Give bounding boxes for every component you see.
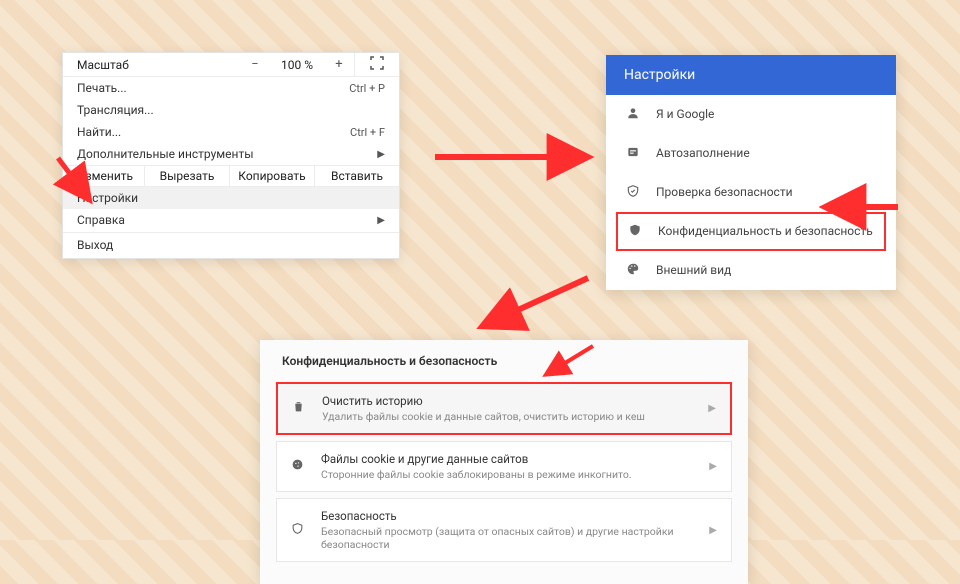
- sidebar-item-appearance[interactable]: Внешний вид: [606, 251, 896, 290]
- chevron-right-icon: ▶: [377, 215, 385, 226]
- zoom-label: Масштаб: [77, 58, 240, 72]
- fullscreen-button[interactable]: [355, 56, 399, 73]
- settings-sidebar: Настройки Я и Google Автозаполнение Пров…: [606, 55, 896, 290]
- sidebar-item-you-and-google[interactable]: Я и Google: [606, 95, 896, 134]
- shortcut: Ctrl + P: [349, 82, 385, 95]
- person-icon: [624, 106, 642, 123]
- menu-item-settings[interactable]: Настройки: [63, 187, 399, 209]
- menu-item-paste[interactable]: Вставить: [315, 166, 399, 186]
- sidebar-item-privacy[interactable]: Конфиденциальность и безопасность: [616, 212, 886, 251]
- chevron-right-icon: ▶: [708, 403, 716, 414]
- edit-row: Изменить Вырезать Копировать Вставить: [63, 165, 399, 187]
- autofill-icon: [624, 145, 642, 162]
- chevron-right-icon: ▶: [709, 525, 717, 536]
- zoom-value: 100 %: [270, 58, 324, 72]
- shield-icon: [291, 522, 307, 539]
- edit-label: Изменить: [63, 166, 145, 186]
- arrow-settings-to-privacy-panel: [470, 270, 600, 340]
- privacy-section-title: Конфиденциальность и безопасность: [276, 354, 732, 368]
- chrome-menu: Масштаб − 100 % + Печать... Ctrl + P Тра…: [62, 52, 400, 259]
- sidebar-item-safety-check[interactable]: Проверка безопасности: [606, 173, 896, 212]
- menu-item-cast[interactable]: Трансляция...: [63, 99, 399, 121]
- menu-item-more-tools[interactable]: Дополнительные инструменты ▶: [63, 143, 399, 165]
- chevron-right-icon: ▶: [709, 461, 717, 472]
- fullscreen-icon: [370, 56, 384, 73]
- menu-item-print[interactable]: Печать... Ctrl + P: [63, 77, 399, 99]
- shield-check-icon: [624, 184, 642, 201]
- menu-item-cut[interactable]: Вырезать: [145, 166, 230, 186]
- menu-item-copy[interactable]: Копировать: [230, 166, 315, 186]
- settings-header: Настройки: [606, 55, 896, 95]
- privacy-item-cookies[interactable]: Файлы cookie и другие данные сайтов Стор…: [276, 441, 732, 492]
- menu-item-find[interactable]: Найти... Ctrl + F: [63, 121, 399, 143]
- shortcut: Ctrl + F: [350, 126, 385, 139]
- privacy-item-security[interactable]: Безопасность Безопасный просмотр (защита…: [276, 498, 732, 562]
- zoom-row: Масштаб − 100 % +: [63, 53, 399, 77]
- palette-icon: [624, 262, 642, 279]
- trash-icon: [292, 400, 308, 417]
- zoom-out-button[interactable]: −: [240, 57, 270, 72]
- arrow-menu-to-settings: [430, 142, 600, 172]
- cookie-icon: [291, 458, 307, 475]
- sidebar-item-autofill[interactable]: Автозаполнение: [606, 134, 896, 173]
- shield-icon: [626, 223, 644, 240]
- privacy-panel: Конфиденциальность и безопасность Очисти…: [260, 340, 748, 584]
- menu-item-exit[interactable]: Выход: [63, 234, 399, 256]
- zoom-in-button[interactable]: +: [324, 57, 354, 72]
- menu-item-help[interactable]: Справка ▶: [63, 209, 399, 231]
- chevron-right-icon: ▶: [377, 149, 385, 160]
- privacy-item-clear-history[interactable]: Очистить историю Удалить файлы cookie и …: [276, 382, 732, 435]
